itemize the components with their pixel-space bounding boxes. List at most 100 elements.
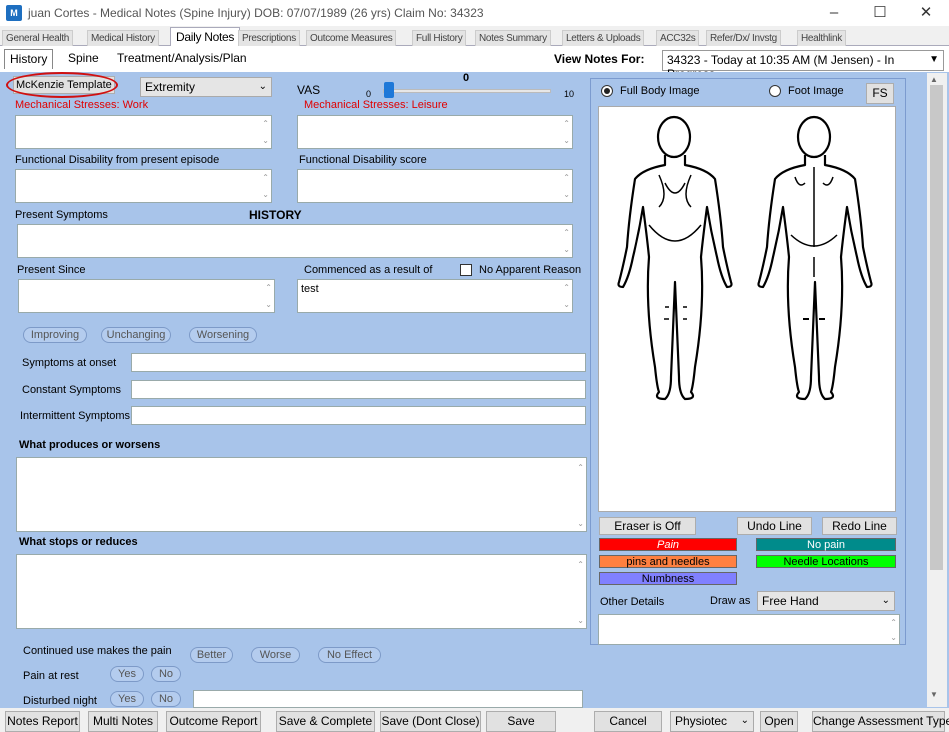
scroll-up-icon[interactable]: ▲ xyxy=(930,75,938,84)
full-body-label: Full Body Image xyxy=(620,85,700,97)
save-button[interactable]: Save xyxy=(486,711,556,732)
disturbed-night-label: Disturbed night xyxy=(23,695,97,707)
symptoms-onset-field[interactable] xyxy=(131,353,586,372)
subtab-treatment-analysis-plan[interactable]: Treatment/Analysis/Plan xyxy=(112,49,252,69)
subtab-history[interactable]: History xyxy=(4,49,54,69)
save-dont-close-button[interactable]: Save (Dont Close) xyxy=(380,711,481,732)
redo-line-button[interactable]: Redo Line xyxy=(822,517,897,535)
tab-daily-notes[interactable]: Daily Notes xyxy=(170,27,241,47)
chevron-down-icon: ⌄ xyxy=(740,715,749,726)
present-since-field[interactable]: ⌃ ⌄ xyxy=(18,279,275,313)
mech-leisure-label: Mechanical Stresses: Leisure xyxy=(304,99,448,111)
chevron-down-icon: ▼ xyxy=(929,54,939,65)
pain-at-rest-label: Pain at rest xyxy=(23,670,79,682)
outcome-report-button[interactable]: Outcome Report xyxy=(166,711,261,732)
vas-slider-thumb[interactable] xyxy=(384,82,394,98)
pins-needles-color-button[interactable]: pins and needles xyxy=(599,555,737,568)
stops-field[interactable]: ⌃ ⌄ xyxy=(16,554,587,629)
mech-work-field[interactable]: ⌃ ⌄ xyxy=(15,115,272,149)
present-symptoms-label: Present Symptoms xyxy=(15,209,108,221)
needle-locations-color-button[interactable]: Needle Locations xyxy=(756,555,896,568)
bottom-action-bar: Notes Report Multi Notes Outcome Report … xyxy=(0,708,949,732)
func-score-field[interactable]: ⌃ ⌄ xyxy=(297,169,573,203)
physiotec-select[interactable]: Physiotec ⌄ xyxy=(670,711,754,732)
tab-general-health[interactable]: General Health xyxy=(2,30,74,46)
no-effect-button[interactable]: No Effect xyxy=(318,647,381,663)
no-apparent-reason-checkbox[interactable] xyxy=(460,264,472,276)
vas-slider-track[interactable] xyxy=(383,89,551,93)
body-chart-canvas[interactable] xyxy=(598,106,896,512)
numbness-color-button[interactable]: Numbness xyxy=(599,572,737,585)
body-outline-image xyxy=(617,115,873,401)
full-body-radio[interactable] xyxy=(601,85,613,97)
stops-label: What stops or reduces xyxy=(19,536,138,548)
tab-notes-summary[interactable]: Notes Summary xyxy=(475,30,551,46)
change-assessment-button[interactable]: Change Assessment Type xyxy=(812,711,949,732)
undo-line-button[interactable]: Undo Line xyxy=(737,517,812,535)
pain-rest-no-button[interactable]: No xyxy=(151,666,181,682)
app-icon: M xyxy=(6,5,22,21)
commenced-label: Commenced as a result of xyxy=(304,264,433,276)
pain-color-button[interactable]: Pain xyxy=(599,538,737,551)
physiotec-select-value: Physiotec xyxy=(675,714,728,728)
mech-work-label: Mechanical Stresses: Work xyxy=(15,99,149,111)
subtab-spine[interactable]: Spine xyxy=(63,49,104,69)
pain-rest-yes-button[interactable]: Yes xyxy=(110,666,144,682)
no-pain-color-button[interactable]: No pain xyxy=(756,538,896,551)
foot-image-radio[interactable] xyxy=(769,85,781,97)
tab-outcome-measures[interactable]: Outcome Measures xyxy=(306,30,397,46)
draw-as-label: Draw as xyxy=(710,595,751,607)
unchanging-button[interactable]: Unchanging xyxy=(101,327,171,343)
disturbed-yes-button[interactable]: Yes xyxy=(110,691,144,707)
tab-medical-history[interactable]: Medical History xyxy=(87,30,159,46)
present-symptoms-field[interactable]: ⌃ ⌄ xyxy=(17,224,573,258)
vas-value: 0 xyxy=(463,72,470,84)
produces-field[interactable]: ⌃ ⌄ xyxy=(16,457,587,532)
view-notes-label: View Notes For: xyxy=(554,52,645,66)
tab-acc32s[interactable]: ACC32s xyxy=(656,30,700,46)
tab-healthlink[interactable]: Healthlink xyxy=(797,30,846,46)
commenced-field[interactable]: test ⌃ ⌄ xyxy=(297,279,573,313)
title-bar: M juan Cortes - Medical Notes (Spine Inj… xyxy=(0,0,949,26)
disturbed-night-field[interactable] xyxy=(193,690,583,708)
commenced-value: test xyxy=(301,283,319,295)
scroll-down-icon[interactable]: ▼ xyxy=(930,690,938,699)
view-notes-select[interactable]: 34323 - Today at 10:35 AM (M Jensen) - I… xyxy=(662,50,944,81)
func-score-label: Functional Disability score xyxy=(299,154,427,166)
other-details-field[interactable]: ⌃ ⌄ xyxy=(598,614,900,645)
minimize-button[interactable]: – xyxy=(811,0,857,26)
open-button[interactable]: Open xyxy=(760,711,798,732)
func-disability-field[interactable]: ⌃ ⌄ xyxy=(15,169,272,203)
tab-refer-dx-invstg[interactable]: Refer/Dx/ Invstg xyxy=(706,30,781,46)
fullscreen-button[interactable]: FS xyxy=(866,83,894,104)
constant-symptoms-field[interactable] xyxy=(131,380,586,399)
worse-button[interactable]: Worse xyxy=(251,647,300,663)
draw-as-select[interactable]: Free Hand ⌄ xyxy=(757,591,895,611)
improving-button[interactable]: Improving xyxy=(23,327,87,343)
intermittent-symptoms-field[interactable] xyxy=(131,406,586,425)
cancel-button[interactable]: Cancel xyxy=(594,711,662,732)
tab-prescriptions[interactable]: Prescriptions xyxy=(238,30,300,46)
chevron-down-icon: ⌄ xyxy=(881,595,890,606)
notes-report-button[interactable]: Notes Report xyxy=(5,711,80,732)
vas-min: 0 xyxy=(366,89,372,99)
better-button[interactable]: Better xyxy=(190,647,233,663)
disturbed-no-button[interactable]: No xyxy=(151,691,181,707)
extremity-select[interactable]: Extremity ⌄ xyxy=(140,77,272,97)
tab-full-history[interactable]: Full History xyxy=(412,30,467,46)
no-apparent-reason-label: No Apparent Reason xyxy=(479,264,582,276)
vas-label: VAS xyxy=(297,83,321,97)
tab-letters-uploads[interactable]: Letters & Uploads xyxy=(562,30,645,46)
func-disability-label: Functional Disability from present episo… xyxy=(15,154,220,166)
save-complete-button[interactable]: Save & Complete xyxy=(276,711,375,732)
extremity-select-value: Extremity xyxy=(145,80,196,94)
eraser-toggle-button[interactable]: Eraser is Off xyxy=(599,517,696,535)
window-title: juan Cortes - Medical Notes (Spine Injur… xyxy=(28,6,484,20)
mech-leisure-field[interactable]: ⌃ ⌄ xyxy=(297,115,573,149)
chevron-down-icon: ⌄ xyxy=(258,81,267,92)
close-button[interactable]: ✕ xyxy=(903,0,949,26)
maximize-button[interactable]: ☐ xyxy=(857,0,903,26)
worsening-button[interactable]: Worsening xyxy=(189,327,257,343)
multi-notes-button[interactable]: Multi Notes xyxy=(88,711,158,732)
scrollbar-thumb[interactable] xyxy=(930,85,943,570)
